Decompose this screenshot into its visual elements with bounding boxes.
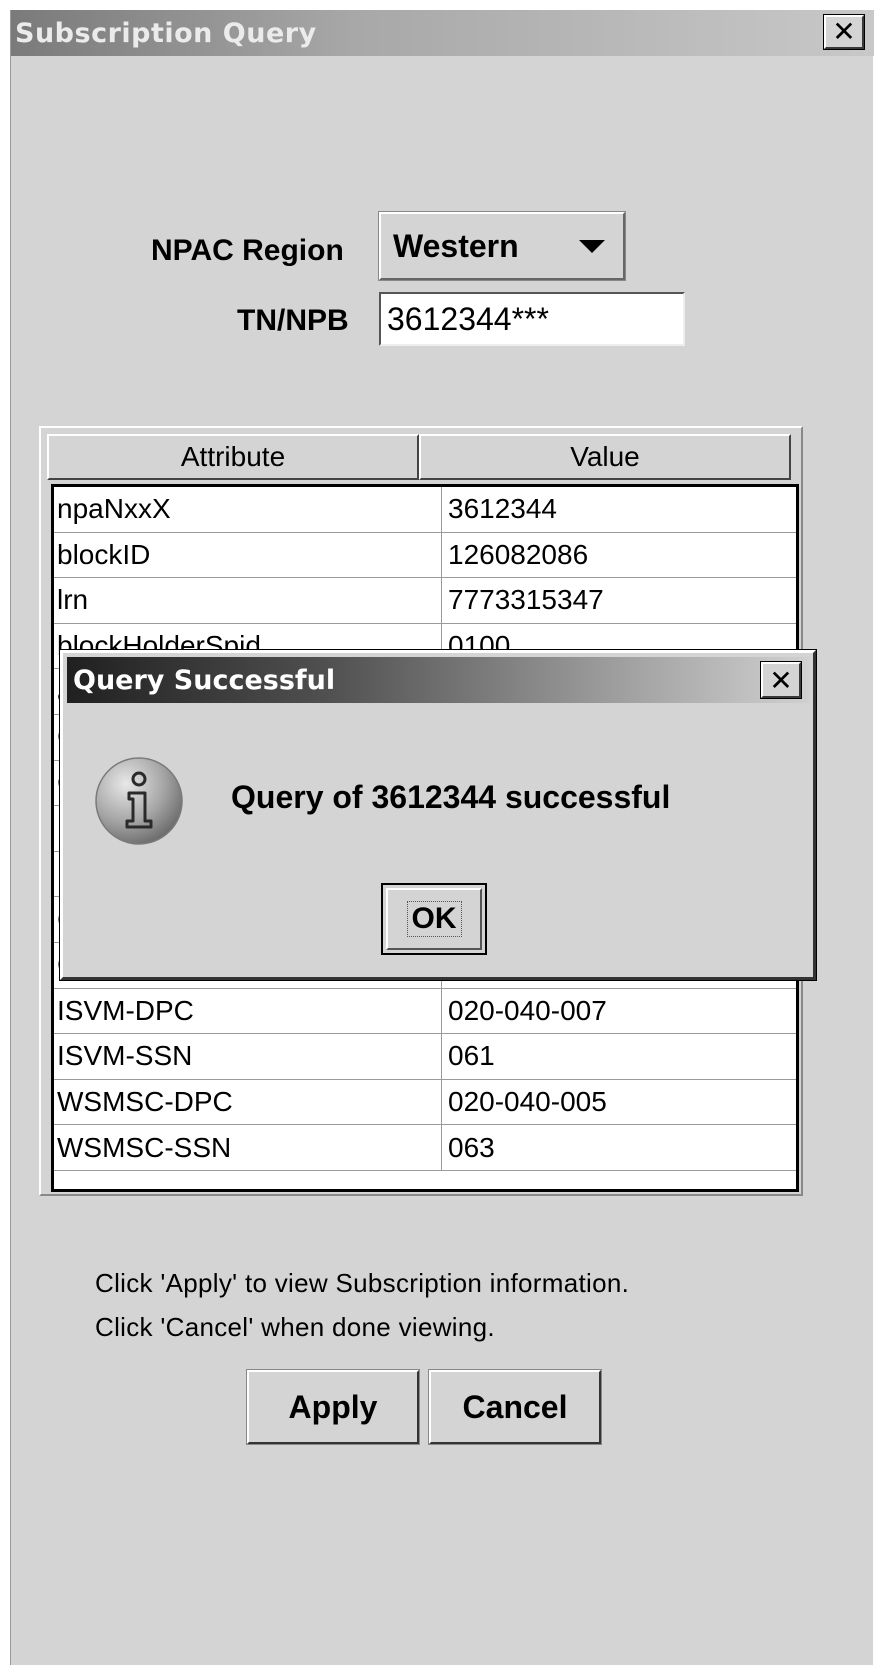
dialog-titlebar[interactable]: Query Successful ✕ — [67, 657, 809, 703]
hint-cancel: Click 'Cancel' when done viewing. — [95, 1312, 495, 1342]
column-header-value[interactable]: Value — [419, 434, 791, 480]
hint-apply: Click 'Apply' to view Subscription infor… — [95, 1268, 630, 1298]
table-cell-value: 020-040-005 — [448, 1086, 607, 1118]
table-row[interactable]: npaNxxX 3612344 — [54, 487, 796, 533]
window-title: Subscription Query — [15, 18, 317, 49]
tn-npb-input[interactable] — [379, 292, 685, 346]
table-row[interactable]: ISVM-DPC 020-040-007 — [54, 988, 796, 1035]
table-row[interactable]: ISVM-SSN 061 — [54, 1034, 796, 1080]
dialog-title: Query Successful — [73, 665, 336, 696]
info-icon — [95, 757, 183, 845]
table-cell-attribute: ISVM-DPC — [54, 988, 442, 1034]
close-icon: ✕ — [769, 663, 793, 697]
ok-button-face: OK — [386, 888, 482, 950]
table-row[interactable]: WSMSC-SSN 063 — [54, 1125, 796, 1171]
table-row[interactable]: WSMSC-DPC 020-040-005 — [54, 1079, 796, 1126]
ok-button-label: OK — [406, 901, 462, 937]
table-header: Attribute Value — [47, 434, 817, 480]
close-icon: ✕ — [832, 15, 856, 48]
table-cell-value: 7773315347 — [448, 584, 604, 616]
table-row[interactable]: blockID 126082086 — [54, 532, 796, 579]
ok-button[interactable]: OK — [381, 883, 487, 955]
npac-region-dropdown[interactable]: Western — [378, 211, 626, 281]
table-cell-attribute: WSMSC-SSN — [54, 1125, 442, 1170]
column-header-attribute[interactable]: Attribute — [47, 434, 419, 480]
table-cell-value: 3612344 — [448, 493, 558, 525]
table-cell-value: 063 — [448, 1131, 495, 1163]
tn-npb-label: TN/NPB — [237, 304, 349, 337]
table-cell-attribute: blockID — [54, 532, 442, 578]
table-row[interactable]: lrn 7773315347 — [54, 578, 796, 624]
dialog-close-button[interactable]: ✕ — [760, 661, 802, 699]
window-close-button[interactable]: ✕ — [823, 14, 865, 50]
table-cell-attribute: lrn — [54, 578, 442, 623]
dialog-message: Query of 3612344 successful — [231, 779, 671, 815]
table-cell-attribute: ISVM-SSN — [54, 1034, 442, 1079]
npac-region-label: NPAC Region — [151, 234, 344, 267]
table-cell-value: 126082086 — [448, 538, 589, 570]
query-successful-dialog: Query Successful ✕ Query of 3612344 succ… — [60, 650, 816, 980]
table-cell-value: 020-040-007 — [448, 994, 607, 1026]
table-cell-attribute: npaNxxX — [54, 487, 442, 532]
table-cell-value: 061 — [448, 1040, 495, 1072]
cancel-button[interactable]: Cancel — [428, 1369, 602, 1445]
chevron-down-icon — [579, 240, 605, 253]
table-cell-attribute: WSMSC-DPC — [54, 1079, 442, 1125]
window-titlebar[interactable]: Subscription Query ✕ — [11, 10, 874, 56]
apply-button[interactable]: Apply — [246, 1369, 420, 1445]
npac-region-selected: Western — [393, 228, 519, 264]
